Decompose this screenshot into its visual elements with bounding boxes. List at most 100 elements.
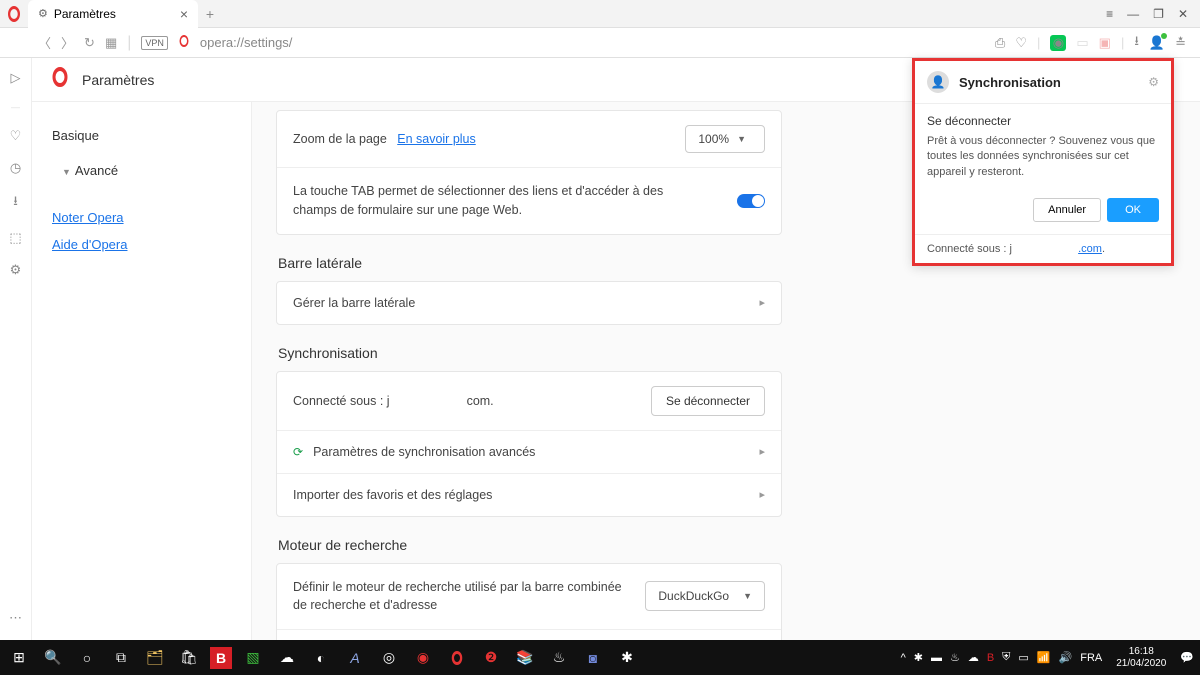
explorer-icon[interactable]: 🗂: [142, 645, 168, 671]
app-icon[interactable]: ◐: [308, 645, 334, 671]
tab-nav-row: La touche TAB permet de sélectionner des…: [277, 167, 781, 234]
nav-advanced[interactable]: ▼Avancé: [52, 153, 231, 188]
start-button[interactable]: ⊞: [6, 645, 32, 671]
opera-menu-icon[interactable]: [0, 0, 28, 28]
chevron-down-icon: ▼: [737, 134, 746, 144]
vpn-badge[interactable]: VPN: [141, 36, 168, 50]
downloads-icon[interactable]: ⭳: [1134, 32, 1139, 54]
settings-sidebar-icon[interactable]: ⚙: [10, 262, 22, 278]
zoom-learn-more[interactable]: En savoir plus: [397, 132, 476, 146]
workspaces-icon[interactable]: ≡: [1106, 7, 1113, 21]
discord-icon[interactable]: ◙: [580, 645, 606, 671]
tray-icon[interactable]: ♨: [950, 651, 960, 664]
reload-button[interactable]: ↻: [84, 35, 95, 51]
sync-import-row[interactable]: Importer des favoris et des réglages ▸: [277, 473, 781, 516]
address-bar: 〈 〉 ↻ ▦ | VPN opera://settings/ ⎙ ♡ | ◉ …: [0, 28, 1200, 58]
popup-domain[interactable]: .com: [1078, 243, 1102, 255]
heart-icon[interactable]: ♡: [1015, 35, 1027, 51]
tray-icon[interactable]: ▬: [931, 652, 942, 664]
tray-icon[interactable]: B: [987, 652, 994, 664]
messenger-icon[interactable]: ◉: [1050, 35, 1066, 51]
zoom-select[interactable]: 100% ▼: [685, 125, 765, 153]
app-icon[interactable]: ❷: [478, 645, 504, 671]
tray-icon[interactable]: ▭: [1018, 651, 1028, 664]
zoom-label: Zoom de la page: [293, 132, 387, 146]
cancel-button[interactable]: Annuler: [1033, 198, 1101, 222]
close-tab-icon[interactable]: ×: [180, 6, 188, 22]
app-icon[interactable]: ◎: [376, 645, 402, 671]
play-icon[interactable]: ▷: [11, 70, 21, 86]
app-icon[interactable]: 📚: [512, 645, 538, 671]
search-taskbar-icon[interactable]: 🔍: [40, 645, 66, 671]
back-button[interactable]: 〈: [38, 33, 51, 52]
manage-search-row[interactable]: Gérer les moteurs de recherche ▸: [277, 629, 781, 640]
window-controls: ≡ — ❐ ✕: [1106, 7, 1200, 21]
settings-content[interactable]: Zoom de la page En savoir plus 100% ▼ La…: [252, 102, 842, 640]
heart-sidebar-icon[interactable]: ♡: [10, 128, 22, 144]
store-icon[interactable]: 🛍: [176, 645, 202, 671]
sync-popup: 👤 Synchronisation ⚙ Se déconnecter Prêt …: [912, 58, 1174, 266]
snapshot-icon[interactable]: ⎙: [995, 35, 1005, 51]
page-title: Paramètres: [82, 72, 154, 88]
language-indicator[interactable]: FRA: [1080, 652, 1102, 664]
notifications-icon[interactable]: 💬: [1180, 651, 1194, 664]
app-icon[interactable]: B: [210, 647, 232, 669]
steam-icon[interactable]: ♨: [546, 645, 572, 671]
sync-icon: ⟳: [293, 445, 303, 459]
taskbar: ⊞ 🔍 ○ ⧉ 🗂 🛍 B ▧ ☁ ◐ A ◎ ◉ ❷ 📚 ♨ ◙ ✱ ^ ✱ …: [0, 640, 1200, 675]
ok-button[interactable]: OK: [1107, 198, 1159, 222]
url-field[interactable]: opera://settings/: [200, 35, 293, 50]
app-icon[interactable]: ◉: [410, 645, 436, 671]
new-tab-button[interactable]: +: [198, 6, 222, 22]
volume-icon[interactable]: 🔊: [1059, 651, 1073, 664]
clock[interactable]: 16:18 21/04/2020: [1110, 646, 1172, 670]
section-sync: Synchronisation: [278, 345, 782, 361]
more-icon[interactable]: ⋯: [9, 610, 22, 626]
minimize-icon[interactable]: —: [1127, 7, 1139, 21]
nav-help[interactable]: Aide d'Opera: [52, 231, 231, 258]
speed-dial-icon[interactable]: ▦: [105, 35, 117, 51]
chevron-down-icon: ▼: [62, 167, 71, 177]
slack-icon[interactable]: ✱: [614, 645, 640, 671]
sign-out-button[interactable]: Se déconnecter: [651, 386, 765, 416]
forward-button[interactable]: 〉: [61, 33, 74, 52]
opera-logo-icon: [50, 67, 70, 92]
popup-message: Prêt à vous déconnecter ? Souvenez vous …: [927, 134, 1159, 180]
task-view-icon[interactable]: ⧉: [108, 645, 134, 671]
whatsapp-icon[interactable]: ▭: [1076, 35, 1088, 51]
profile-icon[interactable]: 👤: [1149, 35, 1165, 51]
app-icon[interactable]: A: [342, 645, 368, 671]
section-search: Moteur de recherche: [278, 537, 782, 553]
history-icon[interactable]: ◷: [10, 160, 21, 176]
maximize-icon[interactable]: ❐: [1153, 7, 1164, 21]
sync-advanced-row[interactable]: ⟳Paramètres de synchronisation avancés ▸: [277, 430, 781, 473]
tray-chevron-icon[interactable]: ^: [901, 652, 906, 664]
opera-taskbar-icon[interactable]: [444, 645, 470, 671]
sync-status-suffix: com.: [467, 394, 494, 408]
search-engine-select[interactable]: DuckDuckGo ▼: [645, 581, 765, 611]
downloads-sidebar-icon[interactable]: ⭳: [13, 192, 18, 214]
manage-sidebar-row[interactable]: Gérer la barre latérale ▸: [277, 282, 781, 324]
tray-icon[interactable]: ⛨: [1002, 651, 1010, 664]
chevron-down-icon: ▼: [743, 591, 752, 601]
nav-basic[interactable]: Basique: [52, 118, 231, 153]
gear-icon[interactable]: ⚙: [1148, 75, 1159, 89]
browser-tab[interactable]: ⚙ Paramètres ×: [28, 0, 198, 28]
tray-icon[interactable]: ☁: [968, 651, 979, 664]
app-icon[interactable]: ☁: [274, 645, 300, 671]
app-icon[interactable]: ▧: [240, 645, 266, 671]
tab-nav-toggle[interactable]: [737, 194, 765, 208]
close-window-icon[interactable]: ✕: [1178, 7, 1188, 21]
easy-setup-icon[interactable]: ≛: [1175, 35, 1186, 51]
gear-icon: ⚙: [38, 7, 48, 20]
sync-status-row: Connecté sous : j com. Se déconnecter: [277, 372, 781, 430]
nav-rate-opera[interactable]: Noter Opera: [52, 204, 231, 231]
extensions-icon[interactable]: ⬚: [9, 230, 21, 246]
cortana-icon[interactable]: ○: [74, 645, 100, 671]
inst-icon[interactable]: ▣: [1099, 35, 1111, 51]
tab-nav-desc: La touche TAB permet de sélectionner des…: [293, 182, 693, 220]
sidebar-strip: ▷ — ♡ ◷ ⭳ ⬚ ⚙ ⋯: [0, 58, 32, 640]
sync-card: Connecté sous : j com. Se déconnecter ⟳P…: [276, 371, 782, 517]
wifi-icon[interactable]: 📶: [1037, 651, 1051, 664]
tray-icon[interactable]: ✱: [914, 651, 923, 664]
